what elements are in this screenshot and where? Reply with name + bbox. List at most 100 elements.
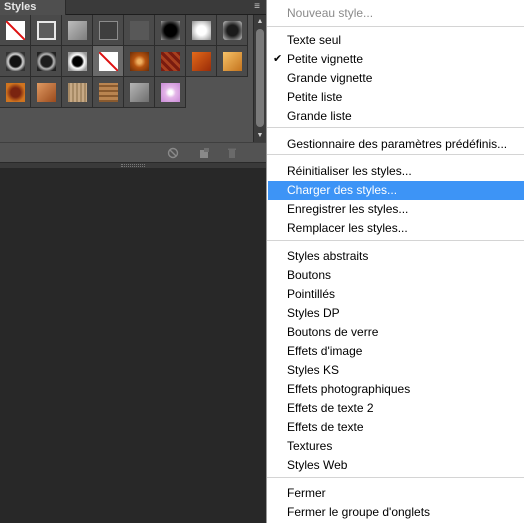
style-swatch[interactable] bbox=[31, 77, 62, 108]
style-swatch-red-orange bbox=[192, 52, 211, 71]
styles-flyout-menu: Nouveau style... Texte seul ✔ Petite vignet… bbox=[266, 0, 524, 523]
menu-item-label: Enregistrer les styles... bbox=[287, 202, 409, 216]
style-swatch-dark-bevel bbox=[223, 21, 242, 40]
style-swatch[interactable] bbox=[186, 46, 217, 77]
menu-separator bbox=[267, 26, 524, 27]
menu-item-label: Remplacer les styles... bbox=[287, 221, 408, 235]
menu-item-label: Pointillés bbox=[287, 287, 336, 301]
style-swatch[interactable] bbox=[124, 15, 155, 46]
style-swatch[interactable] bbox=[93, 15, 124, 46]
style-swatch-dark-inset bbox=[99, 21, 118, 40]
style-swatch[interactable] bbox=[155, 77, 186, 108]
menu-item-reinitialiser-les-styles[interactable]: Réinitialiser les styles... bbox=[268, 162, 524, 181]
menu-item-effets-de-texte[interactable]: Effets de texte bbox=[268, 418, 524, 437]
scroll-up-arrow-icon[interactable]: ▲ bbox=[254, 17, 266, 26]
menu-item-label: Gestionnaire des paramètres prédéfinis..… bbox=[287, 137, 508, 151]
menu-item-effets-photographiques[interactable]: Effets photographiques bbox=[268, 380, 524, 399]
menu-item-styles-ks[interactable]: Styles KS bbox=[268, 361, 524, 380]
style-swatch-gray-bevel-light bbox=[130, 83, 149, 102]
tab-styles-label: Styles bbox=[4, 1, 37, 13]
style-swatch[interactable] bbox=[155, 15, 186, 46]
panel-tab-bar: Styles ≡ bbox=[0, 0, 266, 15]
document-canvas bbox=[0, 168, 266, 523]
new-style-icon[interactable] bbox=[198, 147, 210, 159]
menu-separator bbox=[267, 240, 524, 241]
menu-item-label: Petite liste bbox=[287, 90, 343, 104]
menu-item-label: Nouveau style... bbox=[287, 6, 374, 20]
style-swatch[interactable] bbox=[155, 46, 186, 77]
menu-separator bbox=[267, 477, 524, 478]
panel-footer bbox=[0, 142, 266, 162]
panel-menu-button[interactable]: ≡ bbox=[250, 1, 264, 13]
tab-styles[interactable]: Styles bbox=[0, 0, 66, 15]
menu-item-enregistrer-les-styles[interactable]: Enregistrer les styles... bbox=[268, 200, 524, 219]
style-swatch[interactable] bbox=[0, 77, 31, 108]
scrollbar[interactable]: ▲ ▼ bbox=[253, 15, 266, 142]
menu-item-grande-liste[interactable]: Grande liste bbox=[268, 107, 524, 126]
style-swatch[interactable] bbox=[31, 46, 62, 77]
menu-item-boutons-de-verre[interactable]: Boutons de verre bbox=[268, 323, 524, 342]
style-swatch[interactable] bbox=[124, 46, 155, 77]
style-swatch-white-glow bbox=[192, 21, 211, 40]
menu-item-label: Boutons de verre bbox=[287, 325, 379, 339]
style-swatch[interactable] bbox=[0, 15, 31, 46]
scroll-down-arrow-icon[interactable]: ▼ bbox=[254, 131, 266, 140]
empty-swatch-slot bbox=[217, 77, 248, 108]
style-swatch-wood bbox=[99, 83, 118, 102]
checkmark-icon: ✔ bbox=[273, 53, 283, 65]
style-swatch[interactable] bbox=[217, 46, 248, 77]
style-swatch[interactable] bbox=[93, 46, 124, 77]
menu-item-charger-des-styles[interactable]: Charger des styles... bbox=[268, 181, 524, 200]
scroll-thumb[interactable] bbox=[256, 29, 264, 127]
menu-separator bbox=[267, 127, 524, 128]
menu-item-textures[interactable]: Textures bbox=[268, 437, 524, 456]
style-swatch[interactable] bbox=[31, 15, 62, 46]
menu-item-effets-de-texte-2[interactable]: Effets de texte 2 bbox=[268, 399, 524, 418]
style-swatch[interactable] bbox=[124, 77, 155, 108]
menu-item-label: Fermer le groupe d'onglets bbox=[287, 505, 431, 519]
style-swatch-rust-texture bbox=[161, 52, 180, 71]
delete-icon[interactable] bbox=[226, 147, 238, 159]
menu-item-label: Effets photographiques bbox=[287, 382, 411, 396]
menu-item-label: Styles KS bbox=[287, 363, 340, 377]
menu-item-label: Styles Web bbox=[287, 458, 348, 472]
style-swatch-pink-sparkle bbox=[161, 83, 180, 102]
style-swatch[interactable] bbox=[93, 77, 124, 108]
menu-item-petite-liste[interactable]: Petite liste bbox=[268, 88, 524, 107]
style-swatch-black-glow bbox=[161, 21, 180, 40]
menu-item-nouveau-style: Nouveau style... bbox=[268, 4, 524, 23]
menu-item-label: Effets d'image bbox=[287, 344, 363, 358]
menu-item-fermer[interactable]: Fermer bbox=[268, 484, 524, 503]
menu-item-label: Réinitialiser les styles... bbox=[287, 164, 412, 178]
menu-item-texte-seul[interactable]: Texte seul bbox=[268, 31, 524, 50]
menu-item-label: Charger des styles... bbox=[287, 183, 398, 197]
menu-item-pointilles[interactable]: Pointillés bbox=[268, 285, 524, 304]
clear-style-icon[interactable] bbox=[167, 147, 179, 159]
menu-item-effets-d-image[interactable]: Effets d'image bbox=[268, 342, 524, 361]
styles-grid bbox=[0, 15, 252, 142]
menu-item-remplacer-les-styles[interactable]: Remplacer les styles... bbox=[268, 219, 524, 238]
menu-item-label: Boutons bbox=[287, 268, 332, 282]
style-swatch[interactable] bbox=[62, 46, 93, 77]
style-swatch[interactable] bbox=[0, 46, 31, 77]
menu-item-styles-dp[interactable]: Styles DP bbox=[268, 304, 524, 323]
style-swatch[interactable] bbox=[186, 15, 217, 46]
menu-item-label: Grande liste bbox=[287, 109, 352, 123]
style-swatch[interactable] bbox=[62, 15, 93, 46]
style-swatch-gold bbox=[223, 52, 242, 71]
menu-item-gestionnaire-des-parametres-predefinis[interactable]: Gestionnaire des paramètres prédéfinis..… bbox=[268, 135, 524, 154]
menu-item-label: Texte seul bbox=[287, 33, 342, 47]
no-style-swatch bbox=[5, 20, 26, 41]
style-swatch[interactable] bbox=[217, 15, 248, 46]
menu-item-petite-vignette[interactable]: ✔ Petite vignette bbox=[268, 50, 524, 69]
no-style-swatch bbox=[98, 51, 119, 72]
menu-item-fermer-le-groupe-d-onglets[interactable]: Fermer le groupe d'onglets bbox=[268, 503, 524, 522]
menu-item-grande-vignette[interactable]: Grande vignette bbox=[268, 69, 524, 88]
style-swatch-rust-square bbox=[6, 83, 25, 102]
menu-item-label: Textures bbox=[287, 439, 333, 453]
menu-item-label: Petite vignette bbox=[287, 52, 364, 66]
style-swatch[interactable] bbox=[62, 77, 93, 108]
menu-item-styles-abstraits[interactable]: Styles abstraits bbox=[268, 247, 524, 266]
menu-item-boutons[interactable]: Boutons bbox=[268, 266, 524, 285]
menu-item-styles-web[interactable]: Styles Web bbox=[268, 456, 524, 475]
